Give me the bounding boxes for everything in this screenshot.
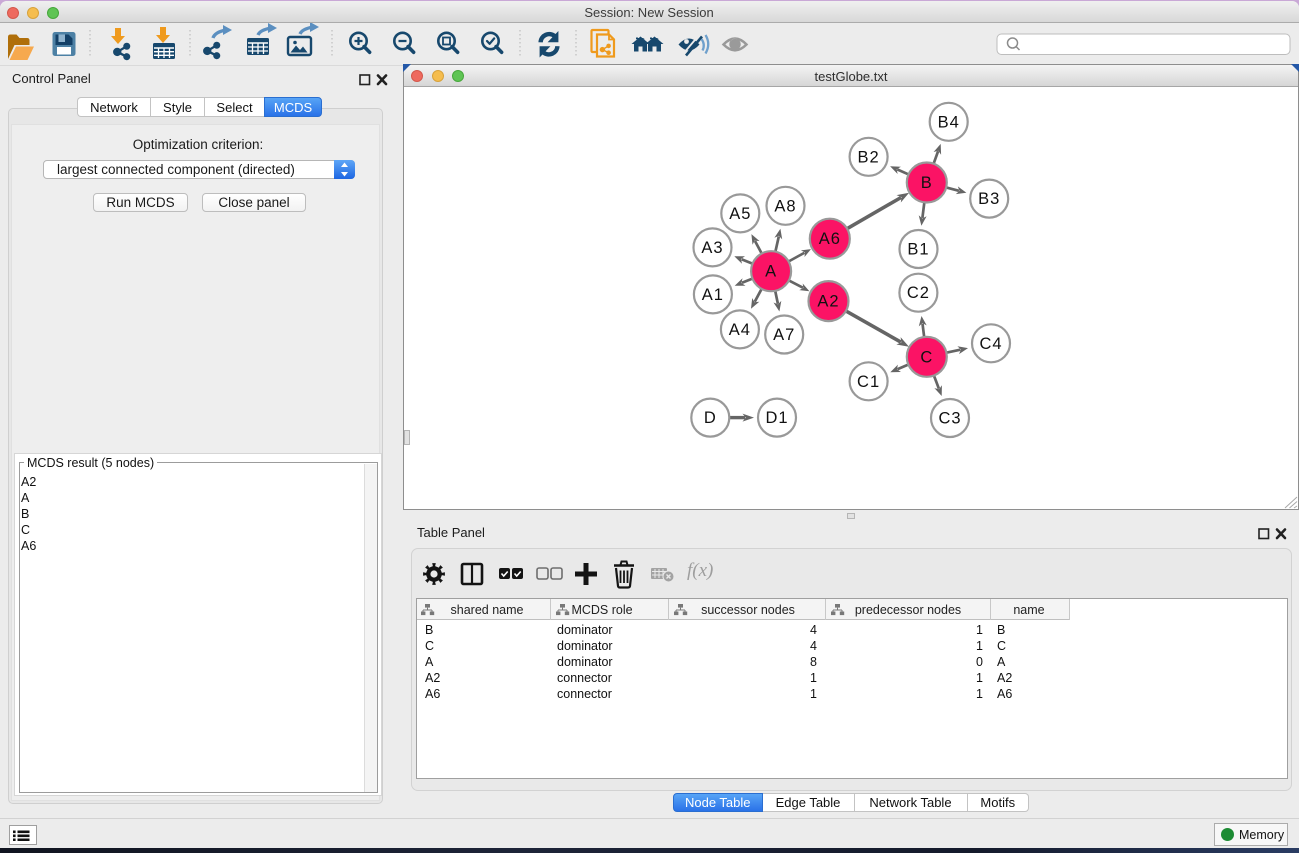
svg-text:A7: A7 — [773, 326, 795, 344]
svg-text:D1: D1 — [765, 409, 788, 427]
svg-text:B: B — [921, 174, 933, 192]
svg-text:C4: C4 — [979, 335, 1002, 353]
svg-text:A6: A6 — [819, 230, 841, 248]
svg-text:C2: C2 — [907, 284, 930, 302]
svg-text:A5: A5 — [729, 205, 751, 223]
svg-text:B2: B2 — [858, 148, 880, 166]
svg-text:A3: A3 — [701, 239, 723, 257]
svg-text:A2: A2 — [817, 293, 839, 311]
svg-text:A: A — [765, 263, 777, 281]
svg-text:B4: B4 — [938, 113, 960, 131]
svg-text:C3: C3 — [938, 410, 961, 428]
svg-text:A8: A8 — [774, 197, 796, 215]
svg-text:A1: A1 — [702, 286, 724, 304]
svg-text:C: C — [920, 348, 933, 366]
svg-text:D: D — [704, 409, 717, 427]
svg-text:C1: C1 — [857, 373, 880, 391]
svg-text:B1: B1 — [907, 241, 929, 259]
svg-text:B3: B3 — [978, 190, 1000, 208]
svg-text:A4: A4 — [729, 321, 751, 339]
